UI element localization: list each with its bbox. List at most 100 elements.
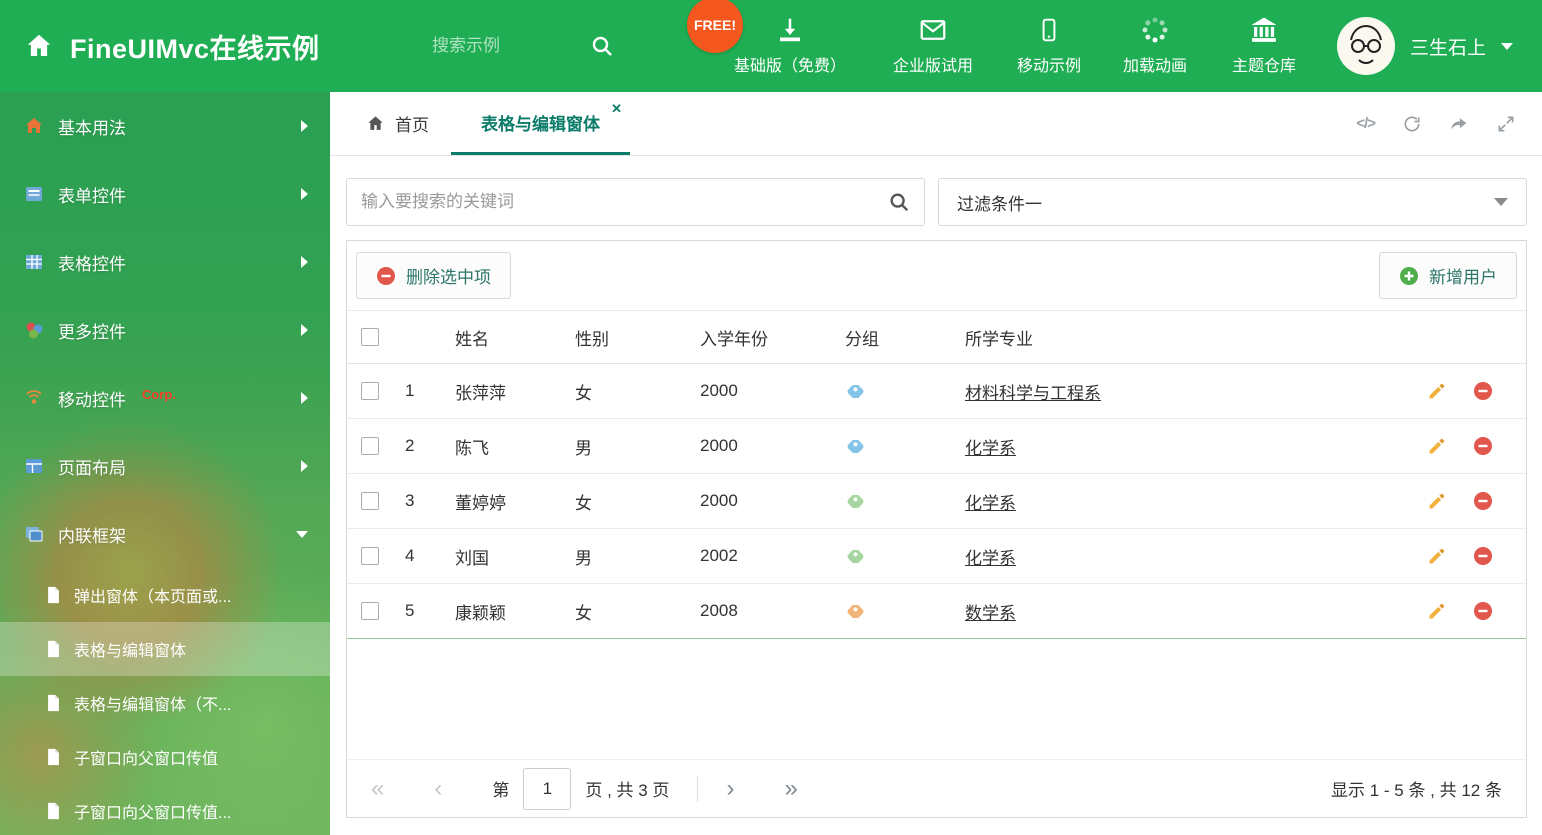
download-icon — [775, 15, 805, 45]
chevron-down-icon — [1494, 198, 1508, 206]
share-icon[interactable] — [1449, 114, 1469, 134]
sidebar-subitem-label: 弹出窗体（本页面或... — [74, 589, 232, 606]
chevron-right-icon — [301, 120, 308, 132]
tab-home[interactable]: 首页 — [344, 92, 451, 155]
table-row: 1 张萍萍 女 2000 材料科学与工程系 — [347, 364, 1526, 419]
nav-item-basic-free[interactable]: 基础版（免费） — [734, 15, 846, 76]
sidebar-subitem-popup-window[interactable]: 弹出窗体（本页面或... — [0, 568, 330, 622]
major-link[interactable]: 化学系 — [965, 544, 1016, 569]
file-icon — [46, 586, 61, 604]
delete-selected-button[interactable]: 删除选中项 — [356, 252, 511, 299]
search-icon[interactable] — [590, 34, 614, 58]
header-search-input[interactable] — [432, 36, 590, 56]
chevron-right-icon — [301, 460, 308, 472]
row-checkbox[interactable] — [361, 382, 379, 400]
major-link[interactable]: 化学系 — [965, 434, 1016, 459]
chevron-right-icon — [301, 188, 308, 200]
sidebar-item-form-controls[interactable]: 表单控件 — [0, 160, 330, 228]
first-page-icon[interactable]: « — [371, 776, 384, 801]
sidebar-subitem-grid-edit-window[interactable]: 表格与编辑窗体 — [0, 622, 330, 676]
sidebar-item-label: 页面布局 — [58, 458, 126, 478]
add-user-button[interactable]: 新增用户 — [1379, 252, 1517, 299]
edit-icon[interactable] — [1414, 601, 1460, 621]
user-menu[interactable]: 三生石上 — [1337, 0, 1514, 92]
brand[interactable]: FineUIMvc在线示例 — [24, 0, 320, 92]
avatar[interactable] — [1337, 17, 1395, 75]
delete-icon[interactable] — [1460, 546, 1506, 566]
cell-gender: 女 — [575, 383, 592, 403]
tab-content: 过滤条件一 删除选中项 新增用户 — [330, 156, 1542, 818]
select-all-checkbox[interactable] — [361, 328, 379, 346]
cell-year: 2002 — [700, 546, 738, 565]
corp-badge: Corp. — [142, 386, 176, 402]
nav-label: 主题仓库 — [1231, 58, 1297, 75]
sidebar-subitem-label: 子窗口向父窗口传值 — [74, 751, 219, 768]
delete-icon[interactable] — [1460, 491, 1506, 511]
major-link[interactable]: 数学系 — [965, 599, 1016, 624]
row-number: 5 — [405, 601, 415, 620]
tab-label: 首页 — [395, 116, 429, 135]
keyword-search-input[interactable] — [361, 192, 878, 212]
cell-year: 2000 — [700, 436, 738, 455]
search-icon[interactable] — [888, 191, 910, 213]
table-icon — [24, 252, 44, 272]
sidebar-item-more-controls[interactable]: 更多控件 — [0, 296, 330, 364]
plus-circle-icon — [1399, 266, 1419, 286]
page-number-input[interactable] — [523, 767, 572, 810]
chevron-right-icon — [301, 324, 308, 336]
filter-dropdown[interactable]: 过滤条件一 — [938, 178, 1527, 226]
delete-icon[interactable] — [1460, 601, 1506, 621]
pagination-bar: « ‹ 第 页 , 共 3 页 › » 显示 1 - 5 条 , 共 12 条 — [347, 759, 1526, 817]
sidebar-item-mobile-controls[interactable]: 移动控件 Corp. — [0, 364, 330, 432]
close-icon[interactable]: ✕ — [611, 101, 622, 117]
home-icon — [366, 114, 385, 133]
next-page-icon[interactable]: › — [726, 776, 734, 801]
chevron-right-icon — [301, 392, 308, 404]
prev-page-icon[interactable]: ‹ — [434, 776, 442, 801]
sidebar-subitem-grid-edit-window-2[interactable]: 表格与编辑窗体（不... — [0, 676, 330, 730]
major-link[interactable]: 材料科学与工程系 — [965, 379, 1101, 404]
bank-icon — [1249, 15, 1279, 45]
grid-toolbar: 删除选中项 新增用户 — [347, 241, 1526, 311]
expand-icon[interactable] — [1496, 114, 1516, 134]
row-checkbox[interactable] — [361, 437, 379, 455]
cell-gender: 女 — [575, 493, 592, 513]
row-checkbox[interactable] — [361, 602, 379, 620]
edit-icon[interactable] — [1414, 546, 1460, 566]
sidebar-subitem-label: 子窗口向父窗口传值... — [74, 805, 232, 822]
tag-icon — [846, 384, 865, 398]
sidebar-item-page-layout[interactable]: 页面布局 — [0, 432, 330, 500]
last-page-icon[interactable]: » — [784, 776, 797, 801]
cell-year: 2000 — [700, 381, 738, 400]
edit-icon[interactable] — [1414, 491, 1460, 511]
delete-icon[interactable] — [1460, 381, 1506, 401]
source-code-icon[interactable]: </> — [1356, 115, 1376, 132]
column-header-gender: 性别 — [575, 329, 609, 349]
sidebar-item-label: 表格控件 — [58, 254, 126, 274]
major-link[interactable]: 化学系 — [965, 489, 1016, 514]
edit-icon[interactable] — [1414, 436, 1460, 456]
sidebar-subitem-child-to-parent[interactable]: 子窗口向父窗口传值 — [0, 730, 330, 784]
file-icon — [46, 694, 61, 712]
refresh-icon[interactable] — [1402, 114, 1422, 134]
sidebar-item-basic-usage[interactable]: 基本用法 — [0, 92, 330, 160]
nav-item-mobile-demo[interactable]: 移动示例 — [1017, 15, 1081, 76]
chevron-right-icon — [301, 256, 308, 268]
cell-gender: 男 — [575, 438, 592, 458]
edit-icon[interactable] — [1414, 381, 1460, 401]
main-area: 首页 表格与编辑窗体 ✕ </> 过滤条件一 — [330, 92, 1542, 835]
row-checkbox[interactable] — [361, 547, 379, 565]
column-header-year: 入学年份 — [700, 329, 768, 349]
tab-grid-edit-window[interactable]: 表格与编辑窗体 ✕ — [451, 92, 630, 155]
row-checkbox[interactable] — [361, 492, 379, 510]
nav-item-enterprise-trial[interactable]: 企业版试用 — [893, 15, 973, 76]
sidebar-item-inline-frame[interactable]: 内联框架 — [0, 500, 330, 568]
nav-item-loading-animation[interactable]: 加载动画 — [1123, 15, 1187, 76]
delete-icon[interactable] — [1460, 436, 1506, 456]
column-header-group: 分组 — [845, 329, 879, 349]
sidebar: 基本用法 表单控件 表格控件 更多控件 移动控件 Corp. 页面布局 内联框架… — [0, 92, 330, 835]
sidebar-subitem-child-to-parent-2[interactable]: 子窗口向父窗口传值... — [0, 784, 330, 835]
nav-item-theme-repo[interactable]: 主题仓库 — [1232, 15, 1296, 76]
sidebar-item-grid-controls[interactable]: 表格控件 — [0, 228, 330, 296]
sidebar-item-label: 内联框架 — [58, 526, 126, 546]
